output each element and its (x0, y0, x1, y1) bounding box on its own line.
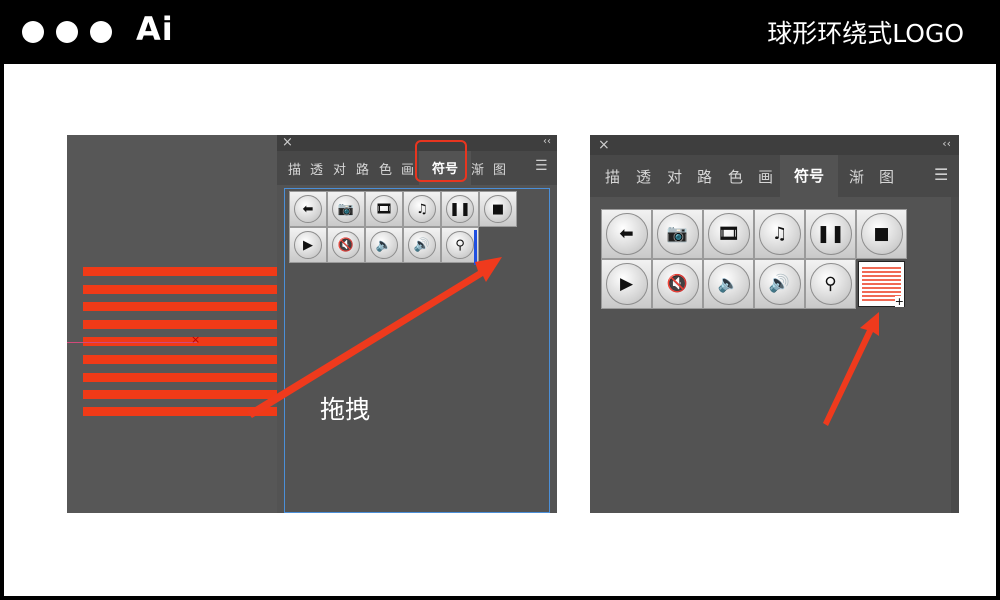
drag-arrow-overlay (247, 257, 502, 418)
drag-arrow (247, 257, 502, 418)
window-dot-2 (56, 21, 78, 43)
content-area: × × ‹‹ 描 透 对 路 色 画 符号 渐 图 ☰ ⬅📷🎞♫❚❚■▶🔇� (4, 64, 996, 596)
window-dot-3 (90, 21, 112, 43)
right-screenshot: × ‹‹ 描 透 对 路 色 画 符号 渐 图 ☰ ⬅ 📷 🎞 ♫ ❚❚ ■ ▶ 🔇 🔈 🔊 ⚲ + (590, 135, 959, 513)
title-bar: Ai 球形环绕式LOGO (0, 0, 1000, 64)
app-logo: Ai (136, 10, 174, 48)
slide-title: 球形环绕式LOGO (767, 19, 964, 48)
left-screenshot: × × ‹‹ 描 透 对 路 色 画 符号 渐 图 ☰ ⬅📷🎞♫❚❚■▶🔇� (67, 135, 557, 513)
window-dot-1 (22, 21, 44, 43)
result-arrow-overlay (823, 312, 879, 426)
result-arrow (823, 312, 879, 426)
